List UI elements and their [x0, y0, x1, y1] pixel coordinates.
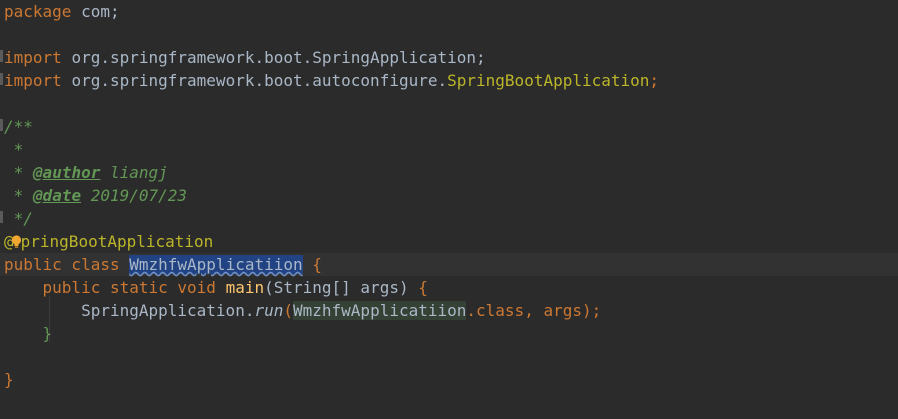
- code-line-4[interactable]: import org.springframework.boot.autoconf…: [0, 69, 659, 92]
- call-dot-class: .class: [466, 301, 525, 320]
- call-open-paren: (: [283, 301, 293, 320]
- javadoc-star: *: [13, 140, 24, 159]
- call-arg-class-reference[interactable]: WmzhfwApplicatiion: [293, 301, 467, 320]
- code-line-7[interactable]: *: [0, 138, 24, 161]
- import-package-prefix: org.springframework.boot.autoconfigure.: [71, 71, 448, 90]
- code-line-1[interactable]: package com;: [0, 0, 120, 23]
- class-name-selected[interactable]: WmzhfwApplicatiion: [129, 255, 303, 274]
- class-open-brace: {: [312, 255, 322, 274]
- javadoc-open: /**: [4, 117, 33, 136]
- code-line-8[interactable]: * @author liangj: [0, 161, 168, 184]
- class-modifiers: public class: [4, 255, 120, 274]
- javadoc-close: */: [13, 209, 33, 228]
- javadoc-author-value: liangj: [110, 163, 168, 182]
- call-close: );: [581, 301, 602, 320]
- javadoc-star: *: [13, 163, 24, 182]
- import-spring-application: org.springframework.boot.SpringApplicati…: [71, 48, 486, 67]
- call-method-run[interactable]: run: [254, 301, 283, 320]
- keyword-import: import: [4, 48, 62, 67]
- keyword-package: package: [4, 2, 72, 21]
- import-semicolon: ;: [649, 71, 660, 90]
- call-target: SpringApplication.: [81, 301, 255, 320]
- code-line-11[interactable]: @ pringBootApplication: [0, 230, 213, 253]
- method-modifiers: public static void: [42, 278, 216, 297]
- import-spring-boot-application: SpringBootApplication: [447, 71, 650, 90]
- method-params: (String[] args): [264, 278, 409, 297]
- javadoc-star: *: [13, 186, 24, 205]
- method-name-main[interactable]: main: [226, 278, 265, 297]
- code-line-12-current[interactable]: public class WmzhfwApplicatiion {: [0, 253, 898, 276]
- code-editor[interactable]: package com; import org.springframework.…: [0, 0, 898, 419]
- code-line-14[interactable]: SpringApplication.run(WmzhfwApplicatiion…: [0, 299, 601, 322]
- keyword-import: import: [4, 71, 62, 90]
- code-line-17[interactable]: }: [0, 368, 14, 391]
- class-close-brace: }: [4, 370, 14, 389]
- javadoc-author-tag: @author: [32, 163, 101, 182]
- code-line-10[interactable]: */: [0, 207, 33, 230]
- package-name: com;: [81, 2, 120, 21]
- annotation-spring-boot-application: pringBootApplication: [20, 232, 214, 251]
- code-line-15[interactable]: }: [0, 322, 53, 345]
- method-open-brace: {: [418, 278, 428, 297]
- method-close-brace: }: [42, 324, 53, 343]
- javadoc-date-value: 2019/07/23: [90, 186, 188, 205]
- lightbulb-icon[interactable]: [11, 232, 22, 248]
- javadoc-date-tag: @date: [32, 186, 82, 205]
- call-comma-args: , args: [524, 301, 582, 320]
- code-line-13[interactable]: public static void main(String[] args) {: [0, 276, 428, 299]
- code-line-9[interactable]: * @date 2019/07/23: [0, 184, 187, 207]
- code-line-3[interactable]: import org.springframework.boot.SpringAp…: [0, 46, 486, 69]
- code-line-6[interactable]: /**: [0, 115, 33, 138]
